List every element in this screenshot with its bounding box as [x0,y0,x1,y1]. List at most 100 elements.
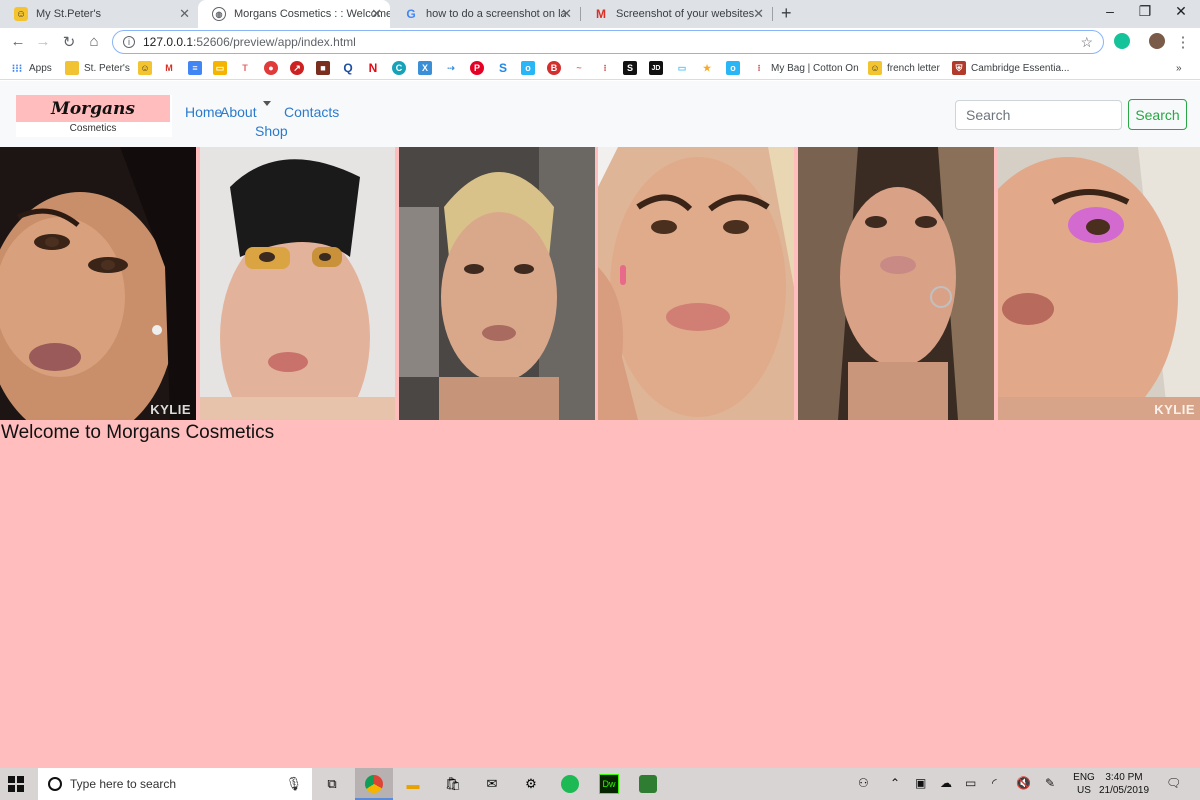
brown-bookmark-icon[interactable]: ■ [316,60,335,76]
tab-divider [772,7,773,21]
close-tab-icon[interactable]: ✕ [371,6,382,22]
blue-logo-bookmark-icon[interactable]: ⇢ [444,60,463,76]
tab-google-search[interactable]: G how to do a screenshot on lapot ✕ [390,0,580,28]
microphone-icon[interactable]: 🎙 [285,776,302,792]
mail-icon[interactable]: ✉ [480,772,504,796]
nav-link-contacts[interactable]: Contacts [284,104,339,120]
more-bookmarks-chevron-icon[interactable]: » [1176,60,1182,76]
dots-bookmark-icon[interactable]: ⁝ [598,60,617,76]
bookmarks-bar: ⁝⁝⁝ Apps St. Peter's ☺ M ≡ ▭ T ● ↗ ■ Q N… [0,56,1200,80]
onedrive-cloud-icon[interactable]: ☁ [940,776,952,790]
url-host: 127.0.0.1 [143,35,194,49]
pen-ink-icon[interactable]: ✎ [1045,776,1055,790]
taskbar-search-box[interactable]: Type here to search 🎙 [38,768,312,800]
system-clock[interactable]: 3:40 PM 21/05/2019 [1098,771,1150,797]
bookmark-st-peters[interactable]: St. Peter's [65,60,130,76]
spotify-icon[interactable] [558,772,582,796]
grammarly-extension-icon[interactable] [1114,33,1130,49]
search-button[interactable]: Search [1128,99,1187,130]
task-view-icon[interactable]: ⧉ [320,772,344,796]
script-bookmark-icon[interactable]: ~ [572,60,591,76]
dreamweaver-icon[interactable]: Dw [597,772,621,796]
pinterest-bookmark-icon[interactable]: P [470,60,489,76]
portrait-illustration [399,147,595,420]
input-language[interactable]: ENG US [1072,771,1096,797]
green-app-icon[interactable] [636,772,660,796]
bookmark-french-letter[interactable]: ☺ french letter [868,60,940,76]
new-tab-plus-icon[interactable]: + [781,3,792,24]
red-circle-bookmark-icon[interactable]: ● [264,60,283,76]
search-input[interactable] [955,100,1122,130]
forward-arrow-icon[interactable]: → [33,33,53,50]
close-tab-icon[interactable]: ✕ [753,6,764,22]
wifi-icon[interactable]: ◜ [992,776,997,790]
chat-bookmark-icon[interactable]: ▭ [675,60,694,76]
show-hidden-icons-chevron-icon[interactable]: ⌃ [890,776,900,790]
browser-menu-icon[interactable]: ⋮ [1173,33,1193,51]
microsoft-store-icon[interactable]: 🛍 [441,772,465,796]
volume-muted-icon[interactable]: 🔇 [1016,776,1031,790]
bookmark-star-icon[interactable]: ☆ [1080,34,1093,51]
notifications-icon[interactable]: 🗨 [1166,776,1181,790]
tab-my-st-peters[interactable]: ☺ My St.Peter's ✕ [0,0,198,28]
smiley-bookmark-icon[interactable]: ☺ [138,60,157,76]
tab-title: My St.Peter's [36,8,102,20]
teal-c-bookmark-icon[interactable]: C [392,60,411,76]
settings-gear-icon[interactable]: ⚙ [519,772,543,796]
site-info-icon[interactable]: i [123,36,135,48]
restore-icon[interactable]: ❐ [1130,3,1160,20]
people-icon[interactable]: ⚇ [858,776,869,790]
bookmark-apps[interactable]: ⁝⁝⁝ Apps [10,60,52,76]
dropdown-caret-icon[interactable] [263,101,271,106]
home-icon[interactable]: ⌂ [84,33,104,50]
s-bookmark-icon[interactable]: S [496,60,515,76]
meet-now-icon[interactable]: ▣ [915,776,926,790]
file-explorer-icon[interactable]: ▬ [401,772,425,796]
close-tab-icon[interactable]: ✕ [179,6,190,22]
slides-bookmark-icon[interactable]: ▭ [213,60,232,76]
smiley-icon: ☺ [868,61,882,75]
x-bookmark-icon[interactable]: X [418,60,437,76]
red-swoosh-bookmark-icon[interactable]: ↗ [290,60,309,76]
cortana-circle-icon [48,777,62,791]
windows-taskbar: Type here to search 🎙 ⧉ ▬ 🛍 ✉ ⚙ Dw ⚇ ⌃ ▣… [0,768,1200,800]
nav-link-home[interactable]: Home [185,104,222,120]
bookmark-label: Apps [29,62,52,74]
black-s-bookmark-icon[interactable]: S [623,60,642,76]
gmail-bookmark-icon[interactable]: M [162,60,181,76]
nav-link-about[interactable]: About [220,104,257,120]
site-navbar: Morgans Cosmetics Home About Shop Contac… [0,81,1200,147]
quizlet-bookmark-icon[interactable]: Q [341,60,360,76]
back-arrow-icon[interactable]: ← [8,33,28,50]
reload-icon[interactable]: ↻ [59,33,79,51]
star-bookmark-icon[interactable]: ★ [700,60,719,76]
kylie-watermark: KYLIE [150,402,191,417]
profile-avatar[interactable] [1149,33,1165,49]
site-logo[interactable]: Morgans Cosmetics [16,95,172,137]
blue-square-bookmark-icon[interactable]: o [521,60,540,76]
netflix-bookmark-icon[interactable]: N [366,60,385,76]
bookmark-cotton-on[interactable]: ⁝ My Bag | Cotton On [752,60,859,76]
red-bb-bookmark-icon[interactable]: B [547,60,566,76]
docs-bookmark-icon[interactable]: ≡ [188,60,207,76]
gallery-photo-1: KYLIE [0,147,196,420]
folder-icon [65,61,79,75]
portrait-illustration [998,147,1200,420]
window-close-icon[interactable]: ✕ [1166,3,1196,20]
jd-bookmark-icon[interactable]: JD [649,60,668,76]
tab-morgans-cosmetics[interactable]: ◍ Morgans Cosmetics : : Welcome ✕ [198,0,390,28]
bookmark-cambridge[interactable]: ⛨ Cambridge Essentia... [952,60,1069,76]
cyan-square-bookmark-icon[interactable]: o [726,60,745,76]
portrait-illustration [200,147,395,420]
close-tab-icon[interactable]: ✕ [561,6,572,22]
nav-link-shop[interactable]: Shop [255,123,288,139]
chrome-taskbar-icon[interactable] [362,772,386,796]
battery-icon[interactable]: ▭ [965,776,976,790]
minimize-icon[interactable]: – [1095,3,1125,19]
windows-start-icon[interactable] [8,776,24,792]
tp-bookmark-icon[interactable]: T [238,60,257,76]
tab-gmail[interactable]: M Screenshot of your websites - pa ✕ [580,0,772,28]
bookmark-label: Cambridge Essentia... [971,62,1070,74]
gallery-photo-4 [598,147,794,420]
address-bar[interactable]: i 127.0.0.1:52606/preview/app/index.html… [112,30,1104,54]
